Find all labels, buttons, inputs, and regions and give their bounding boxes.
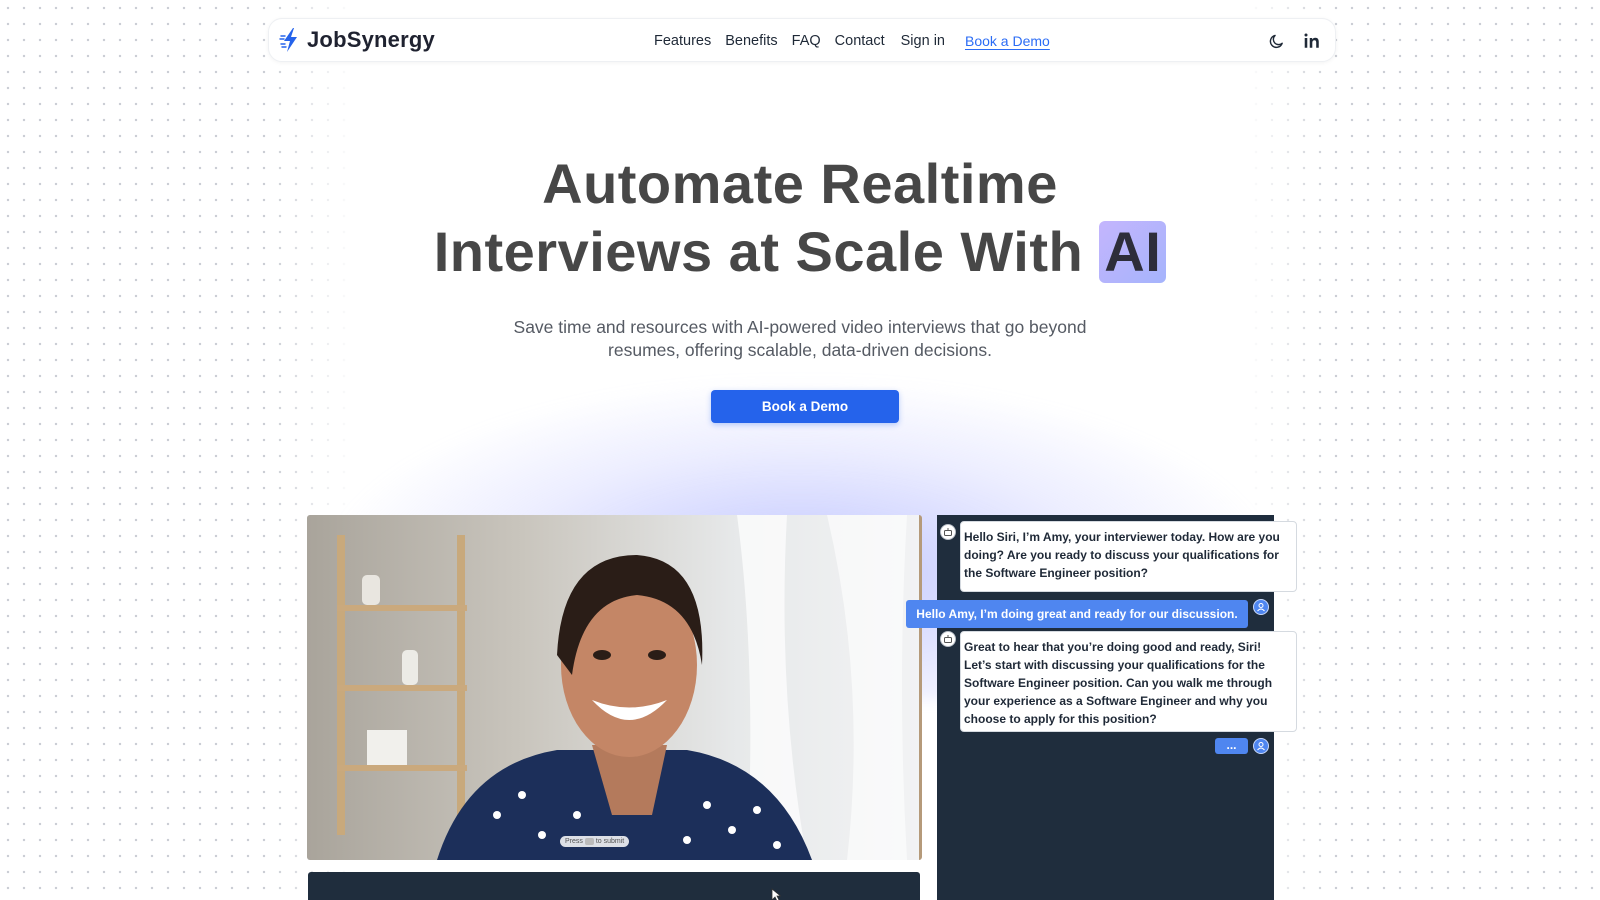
lightning-bolt-icon	[279, 27, 301, 53]
hero-title-line2-prefix: Interviews at Scale With	[433, 220, 1084, 283]
nav-link-faq[interactable]: FAQ	[792, 33, 821, 49]
chat-message-bot-2: Great to hear that you’re doing good and…	[960, 631, 1297, 732]
submit-hint-after: to submit	[595, 838, 625, 845]
chat-message-user-1: Hello Amy, I’m doing great and ready for…	[906, 600, 1248, 628]
hero-title-line1: Automate Realtime	[542, 152, 1058, 215]
nav-link-benefits[interactable]: Benefits	[725, 33, 777, 49]
brand[interactable]: JobSynergy	[279, 27, 435, 53]
submit-hint-before: Press	[565, 838, 583, 845]
interview-video: Press to submit	[307, 515, 922, 860]
user-avatar-icon	[1253, 738, 1269, 754]
typing-indicator: ...	[1215, 738, 1248, 754]
moon-icon[interactable]	[1267, 32, 1285, 50]
hero-title: Automate Realtime Interviews at Scale Wi…	[0, 150, 1600, 286]
bot-avatar-icon	[940, 524, 956, 540]
brand-name: JobSynergy	[307, 27, 435, 52]
nav-link-contact[interactable]: Contact	[835, 33, 885, 49]
nav-links: Features Benefits FAQ Contact Sign in Bo…	[654, 19, 1064, 63]
nav-icons	[1267, 19, 1321, 63]
hero-title-highlight: AI	[1099, 221, 1167, 283]
book-demo-button[interactable]: Book a Demo	[711, 390, 899, 423]
linkedin-icon[interactable]	[1303, 32, 1321, 50]
submit-hint: Press to submit	[560, 836, 630, 847]
video-controls-bar	[308, 872, 920, 900]
chat-message-bot-1: Hello Siri, I’m Amy, your interviewer to…	[960, 521, 1297, 592]
hero-subtitle: Save time and resources with AI-powered …	[513, 317, 1087, 360]
sign-in-link[interactable]: Sign in	[901, 33, 945, 49]
top-navbar: JobSynergy Features Benefits FAQ Contact…	[268, 18, 1336, 62]
nav-link-features[interactable]: Features	[654, 33, 711, 49]
bot-avatar-icon	[940, 631, 956, 647]
nav-book-demo-link[interactable]: Book a Demo	[965, 33, 1050, 49]
mouse-cursor-icon	[771, 888, 781, 900]
candidate-video-image	[307, 515, 919, 860]
user-avatar-icon	[1253, 599, 1269, 615]
key-icon	[584, 837, 594, 845]
hero-title-line2: Interviews at Scale With AI	[0, 218, 1600, 286]
